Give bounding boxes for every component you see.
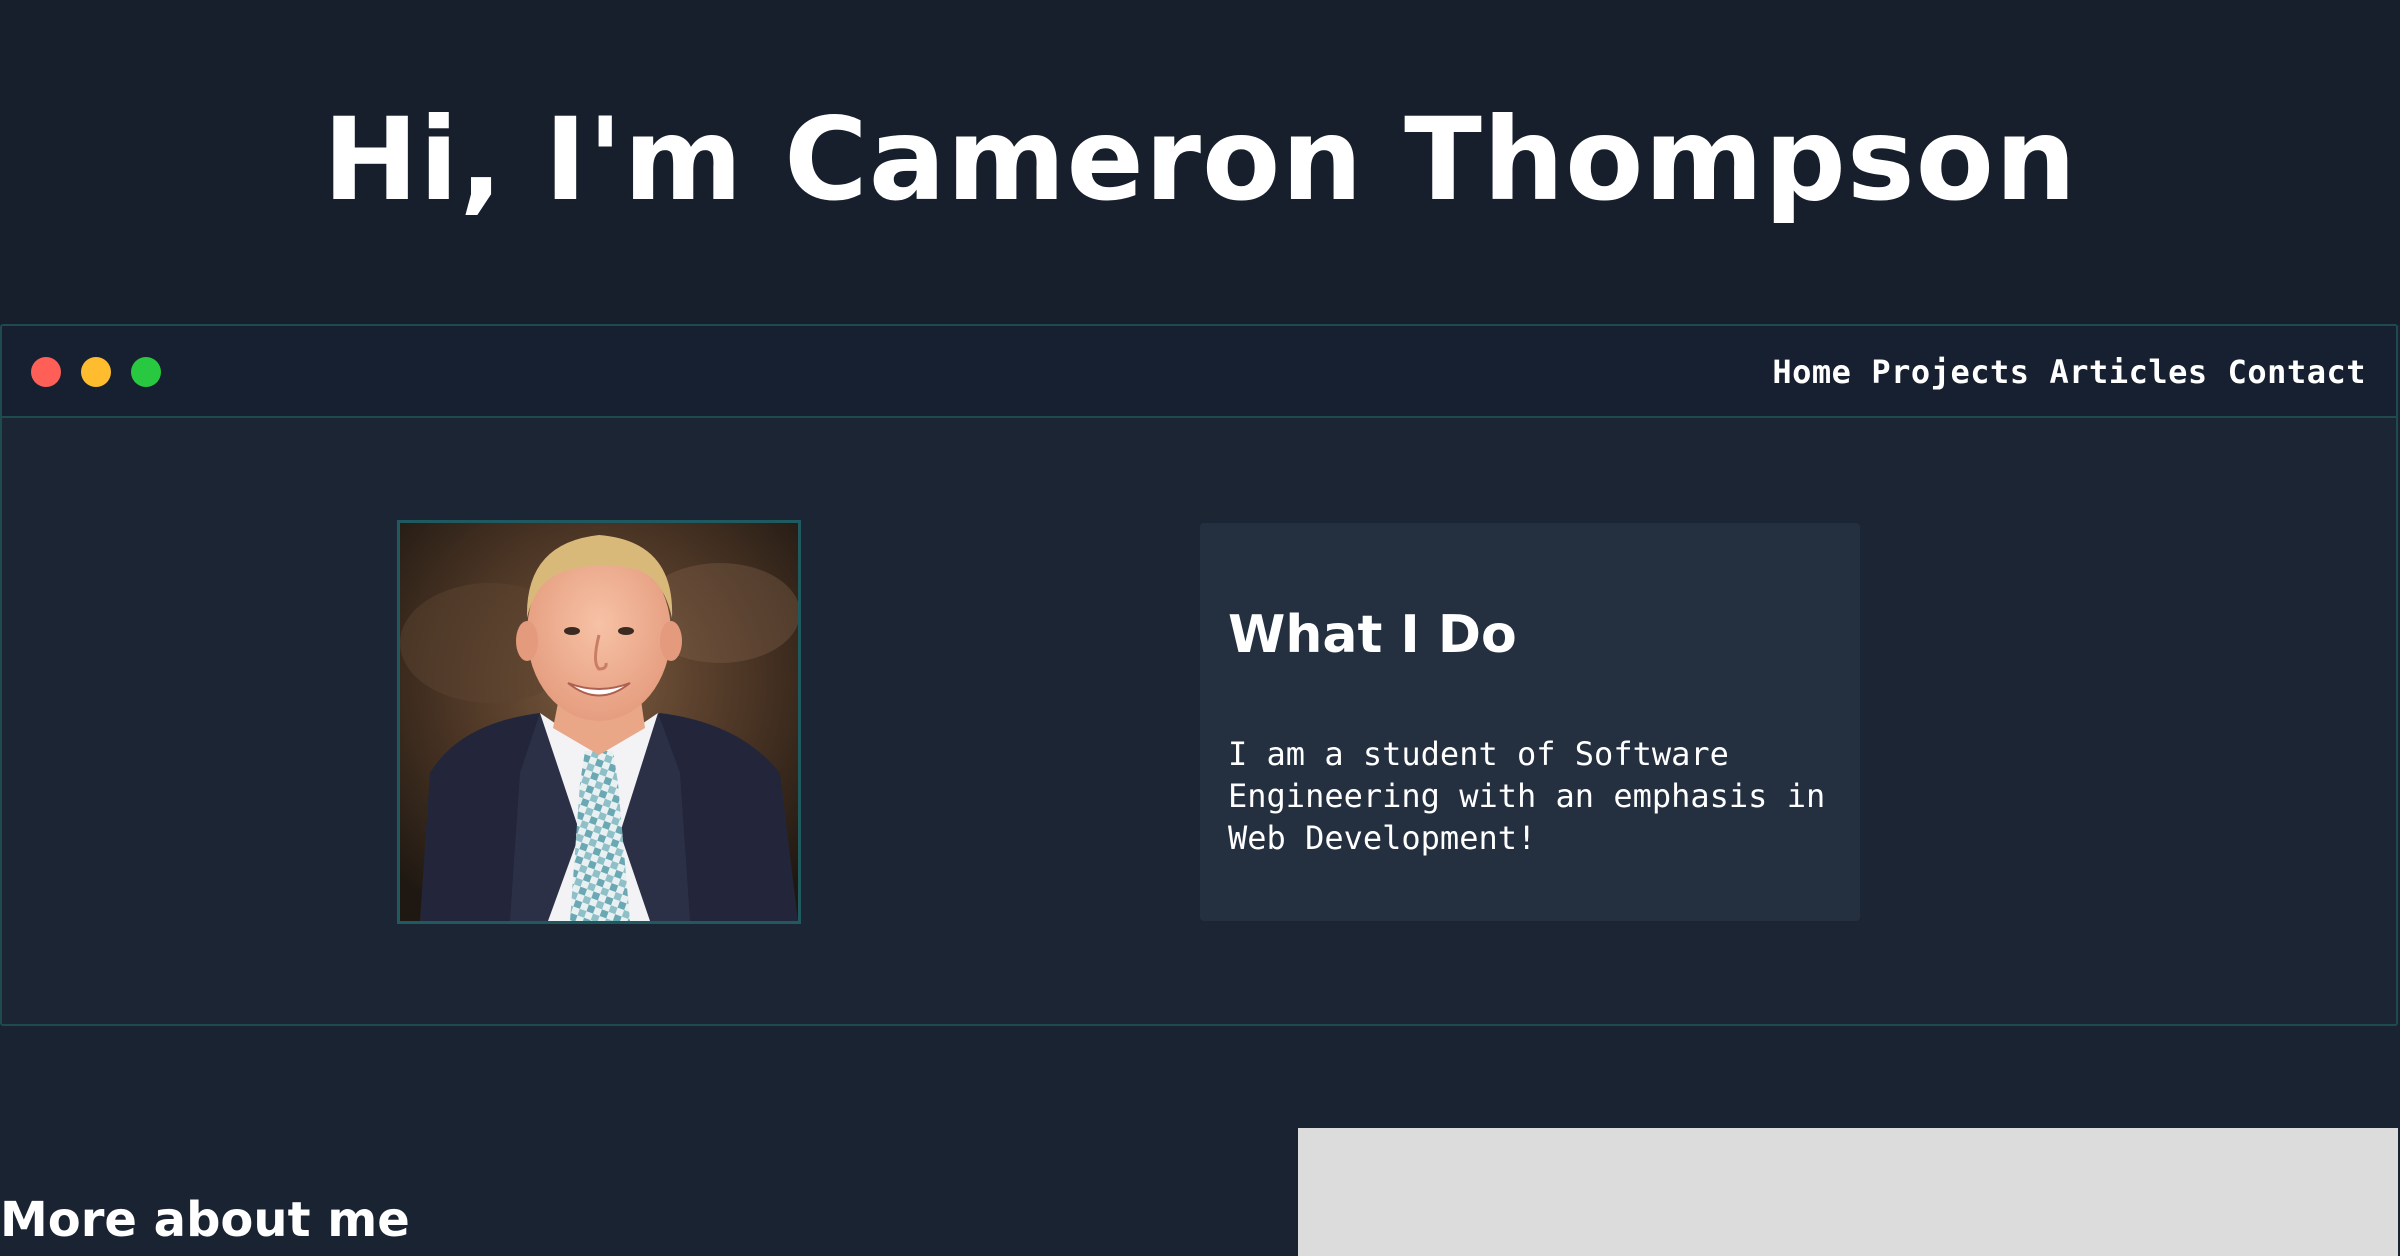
nav-home-link[interactable]: Home — [1772, 353, 1851, 391]
card-body: I am a student of Software Engineering w… — [1228, 735, 1826, 857]
placeholder-panel — [1298, 1128, 2398, 1256]
nav-contact-link[interactable]: Contact — [2228, 353, 2366, 391]
nav-articles-link[interactable]: Articles — [2050, 353, 2208, 391]
window-title-bar: Home Projects Articles Contact — [2, 326, 2396, 418]
more-about-me-heading: More about me — [0, 1192, 410, 1248]
card-title: What I Do — [1228, 605, 1517, 665]
nav-projects-link[interactable]: Projects — [1871, 353, 2029, 391]
close-dot-icon[interactable] — [31, 357, 61, 387]
browser-window-frame: Home Projects Articles Contact What I Do… — [0, 324, 2398, 1026]
what-i-do-card: What I Do I am a student of Software Eng… — [1200, 523, 1860, 921]
page-title: Hi, I'm Cameron Thompson — [322, 93, 2078, 226]
minimize-dot-icon[interactable] — [81, 357, 111, 387]
profile-photo — [397, 520, 801, 924]
maximize-dot-icon[interactable] — [131, 357, 161, 387]
main-nav: Home Projects Articles Contact — [1772, 346, 2366, 398]
